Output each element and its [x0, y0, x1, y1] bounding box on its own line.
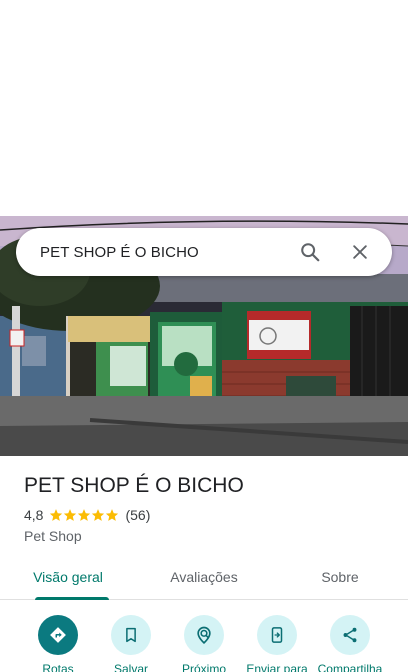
nearby-button-circle [184, 615, 224, 655]
tab-reviews[interactable]: Avaliações [136, 560, 272, 599]
tab-about[interactable]: Sobre [272, 560, 408, 599]
nearby-icon [197, 626, 211, 645]
active-tab-indicator [35, 597, 109, 600]
reviews-count: (56) [125, 507, 151, 523]
star-icon [78, 509, 91, 521]
search-bar[interactable]: PET SHOP É O BICHO [16, 228, 392, 276]
close-icon [353, 245, 367, 259]
share-label: Compartilha [317, 662, 383, 672]
star-icon [106, 509, 119, 521]
tab-overview[interactable]: Visão geral [0, 560, 136, 599]
star-icon [50, 509, 63, 521]
star-icon [92, 509, 105, 521]
send-to-phone-icon [271, 627, 283, 643]
search-icon [301, 243, 320, 262]
save-button-circle [111, 615, 151, 655]
share-button-circle [330, 615, 370, 655]
rating-stars [49, 508, 119, 522]
send-to-phone-button-circle [257, 615, 297, 655]
star-icon [64, 509, 77, 521]
search-input[interactable]: PET SHOP É O BICHO [40, 244, 290, 261]
rating-value: 4,8 [24, 507, 44, 523]
search-button[interactable] [290, 232, 330, 272]
action-buttons: Rotas Salvar Próximo Enviar para Compart… [0, 612, 408, 672]
clear-search-button[interactable] [340, 232, 380, 272]
place-tabs: Visão geral Avaliações Sobre [0, 560, 408, 600]
share-icon [343, 627, 357, 643]
place-category: Pet Shop [24, 528, 82, 544]
bookmark-icon [126, 627, 136, 643]
share-button[interactable]: Compartilha [307, 612, 393, 672]
directions-icon [50, 627, 66, 643]
place-info: PET SHOP É O BICHO 4,8 (56) Pet Shop [24, 472, 394, 544]
map-area [0, 0, 408, 216]
directions-button-circle [38, 615, 78, 655]
rating-row[interactable]: 4,8 (56) [24, 506, 394, 524]
place-title: PET SHOP É O BICHO [24, 474, 244, 497]
